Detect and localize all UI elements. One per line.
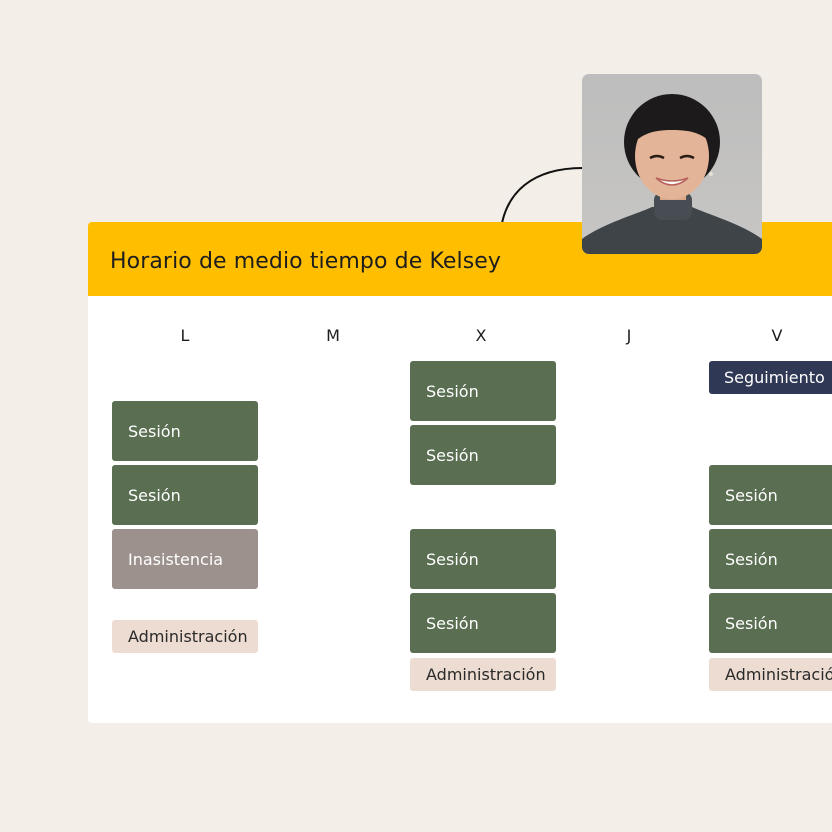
wednesday-session-block[interactable]: Sesión bbox=[410, 361, 556, 421]
schedule-title: Horario de medio tiempo de Kelsey bbox=[110, 249, 502, 274]
friday-session-block[interactable]: Sesión bbox=[709, 593, 832, 653]
wednesday-admin-block[interactable]: Administración bbox=[410, 658, 556, 691]
schedule-card: Horario de medio tiempo de Kelsey L M X … bbox=[88, 222, 832, 723]
monday-session-block[interactable]: Sesión bbox=[112, 401, 258, 461]
day-header-monday: L bbox=[180, 326, 190, 345]
day-header-wednesday: X bbox=[475, 326, 487, 345]
friday-admin-block[interactable]: Administración bbox=[709, 658, 832, 691]
day-header-tuesday: M bbox=[326, 326, 340, 345]
person-photo-icon bbox=[582, 94, 762, 254]
friday-session-block[interactable]: Sesión bbox=[709, 465, 832, 525]
day-header-friday: V bbox=[771, 326, 783, 345]
friday-followup-block[interactable]: Seguimiento bbox=[709, 361, 832, 394]
day-header-thursday: J bbox=[626, 326, 632, 345]
wednesday-session-block[interactable]: Sesión bbox=[410, 425, 556, 485]
avatar bbox=[582, 74, 762, 254]
wednesday-session-block[interactable]: Sesión bbox=[410, 593, 556, 653]
monday-session-block[interactable]: Sesión bbox=[112, 465, 258, 525]
monday-absence-block[interactable]: Inasistencia bbox=[112, 529, 258, 589]
wednesday-session-block[interactable]: Sesión bbox=[410, 529, 556, 589]
monday-admin-block[interactable]: Administración bbox=[112, 620, 258, 653]
friday-session-block[interactable]: Sesión bbox=[709, 529, 832, 589]
